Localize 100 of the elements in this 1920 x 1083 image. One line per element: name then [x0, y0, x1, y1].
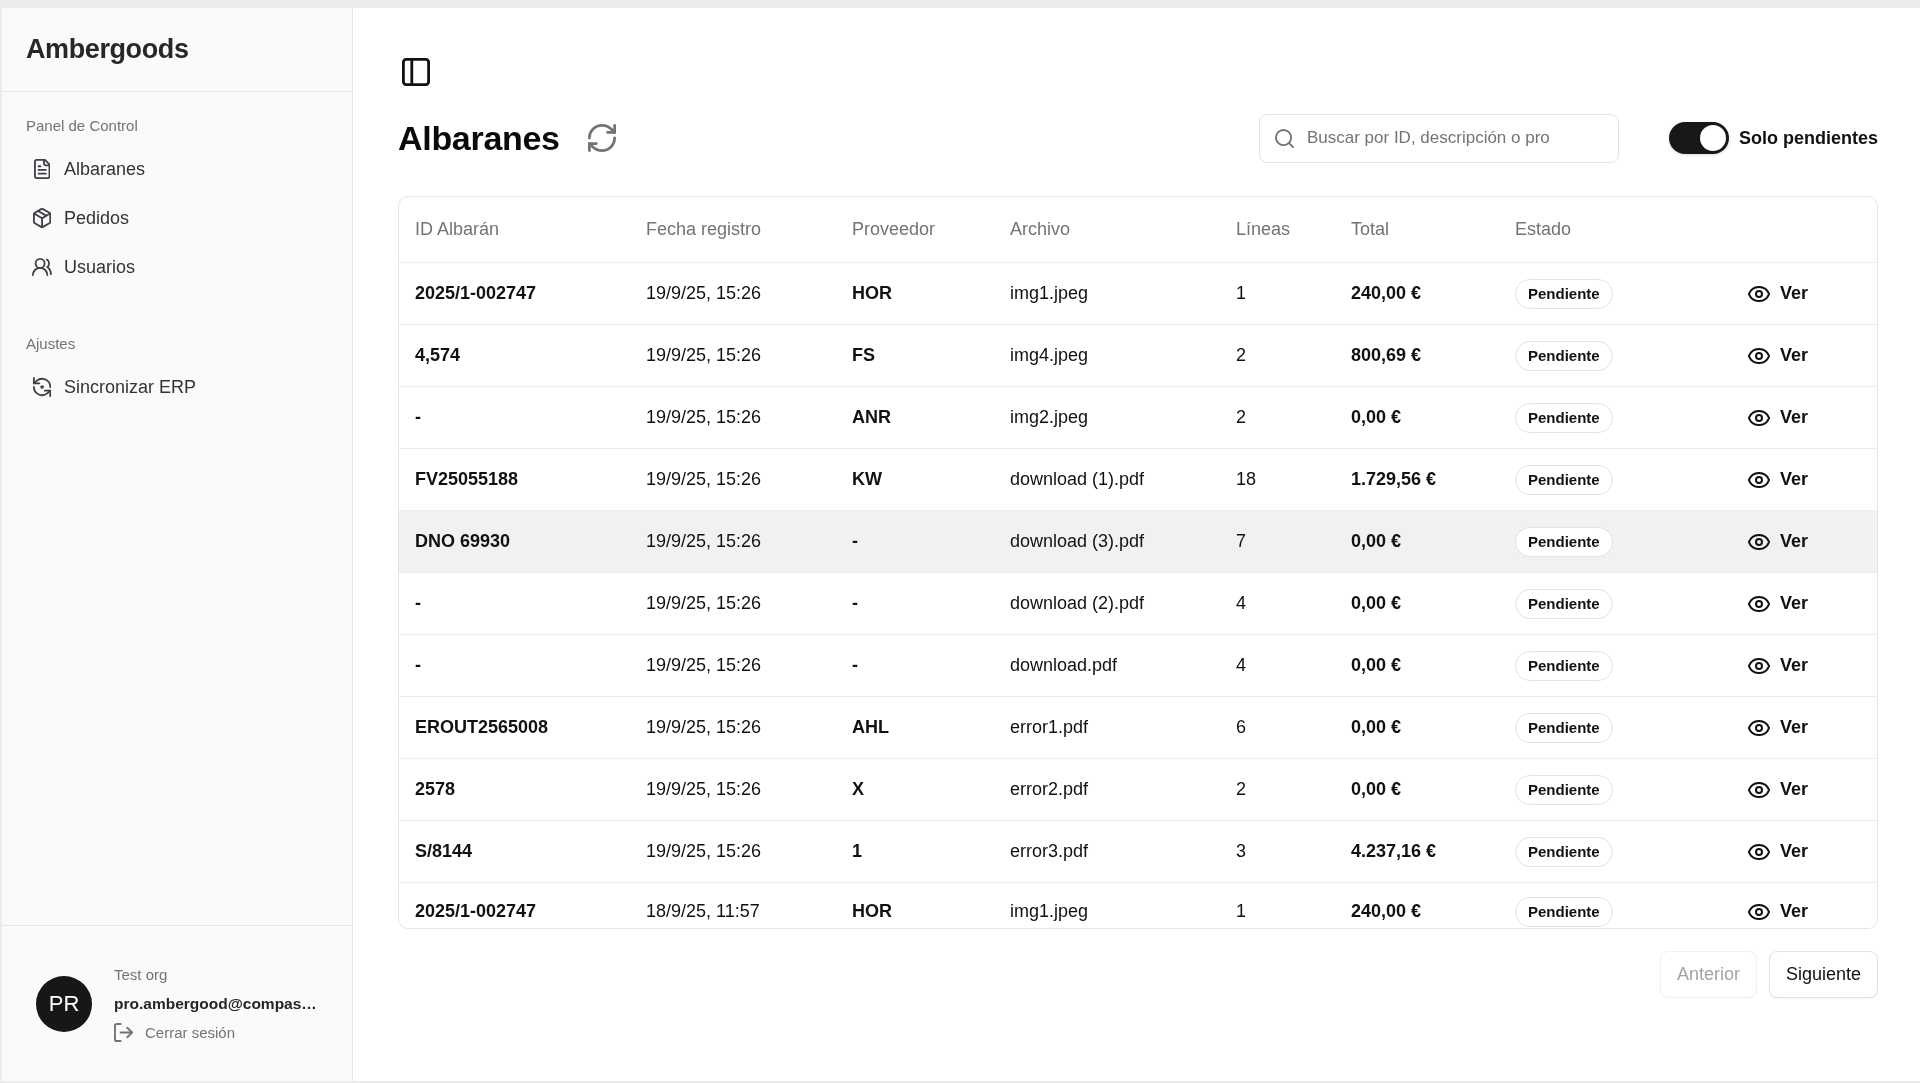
- avatar: PR: [36, 975, 92, 1032]
- logout-button[interactable]: Cerrar sesión: [114, 1022, 236, 1043]
- nav-item[interactable]: Usuarios: [18, 245, 150, 289]
- view-button[interactable]: Ver: [1748, 407, 1809, 428]
- status-badge: Pendiente: [1515, 588, 1613, 619]
- table-cell: img2.jpeg: [1010, 407, 1089, 428]
- table-cell: error1.pdf: [1010, 717, 1089, 738]
- eye-icon: [1748, 285, 1770, 302]
- status-badge: Pendiente: [1515, 526, 1613, 557]
- table-cell: X: [852, 779, 864, 800]
- view-button[interactable]: Ver: [1748, 283, 1809, 304]
- table-cell: img4.jpeg: [1010, 345, 1089, 366]
- table-cell: 240,00 €: [1351, 283, 1422, 304]
- table-cell: 2025/1-002747: [415, 283, 537, 304]
- table-cell: error3.pdf: [1010, 841, 1089, 862]
- status-badge: Pendiente: [1515, 650, 1613, 681]
- nav-item[interactable]: Pedidos: [18, 196, 144, 240]
- table-cell: 2025/1-002747: [415, 901, 537, 922]
- table-cell: 19/9/25, 15:26: [646, 283, 762, 304]
- table-cell: 19/9/25, 15:26: [646, 779, 762, 800]
- organization-name: Test org: [114, 964, 168, 985]
- table-cell: S/8144: [415, 841, 473, 862]
- eye-icon: [1748, 471, 1770, 488]
- column-header: Proveedor: [852, 219, 936, 240]
- view-button[interactable]: Ver: [1748, 841, 1809, 862]
- refresh-button[interactable]: [587, 124, 616, 152]
- search-field[interactable]: Buscar por ID, descripción o pro: [1258, 113, 1619, 163]
- users-icon: [32, 258, 52, 276]
- toggle-switch[interactable]: [1668, 122, 1729, 154]
- view-button[interactable]: Ver: [1748, 901, 1809, 922]
- table-cell: 7: [1236, 531, 1246, 552]
- table-cell: error2.pdf: [1010, 779, 1089, 800]
- table-cell: -: [852, 655, 858, 676]
- table-cell: 240,00 €: [1351, 901, 1422, 922]
- table-cell: 4.237,16 €: [1351, 841, 1437, 862]
- table-cell: 1: [1236, 901, 1246, 922]
- nav-item[interactable]: Sincronizar ERP: [18, 365, 211, 409]
- eye-icon: [1748, 657, 1770, 674]
- view-button[interactable]: Ver: [1748, 779, 1809, 800]
- table-cell: img1.jpeg: [1010, 283, 1089, 304]
- table-cell: 2: [1236, 345, 1246, 366]
- status-badge: Pendiente: [1515, 836, 1613, 867]
- table-cell: 3: [1236, 841, 1246, 862]
- column-header: Líneas: [1236, 219, 1291, 240]
- table-cell: 0,00 €: [1351, 531, 1402, 552]
- table-cell: download.pdf: [1010, 655, 1118, 676]
- status-badge: Pendiente: [1515, 896, 1613, 927]
- table-cell: 0,00 €: [1351, 779, 1402, 800]
- eye-icon: [1748, 781, 1770, 798]
- table-cell: 19/9/25, 15:26: [646, 655, 762, 676]
- eye-icon: [1748, 409, 1770, 426]
- table-cell: AHL: [852, 717, 889, 738]
- table-cell: HOR: [852, 901, 892, 922]
- column-header: Fecha registro: [646, 219, 762, 240]
- column-header: Estado: [1515, 219, 1572, 240]
- eye-icon: [1748, 533, 1770, 550]
- table-cell: img1.jpeg: [1010, 901, 1089, 922]
- panel-icon: [402, 58, 430, 86]
- table-cell: 0,00 €: [1351, 407, 1402, 428]
- column-header: Total: [1351, 219, 1390, 240]
- table-cell: 0,00 €: [1351, 717, 1402, 738]
- eye-icon: [1748, 843, 1770, 860]
- sidebar-toggle-button[interactable]: [402, 58, 430, 86]
- table-cell: FS: [852, 345, 875, 366]
- column-header: ID Albarán: [415, 219, 500, 240]
- view-button[interactable]: Ver: [1748, 593, 1809, 614]
- document-icon: [33, 159, 51, 179]
- nav-item[interactable]: Albaranes: [18, 147, 160, 191]
- view-button[interactable]: Ver: [1748, 345, 1809, 366]
- table-cell: 2578: [415, 779, 456, 800]
- table-cell: 18/9/25, 11:57: [646, 901, 760, 922]
- brand-name: Ambergoods: [26, 34, 189, 65]
- table-cell: ANR: [852, 407, 891, 428]
- view-button[interactable]: Ver: [1748, 469, 1809, 490]
- column-header: Archivo: [1010, 219, 1071, 240]
- toggle-label: Solo pendientes: [1738, 127, 1878, 149]
- table-cell: KW: [852, 469, 882, 490]
- table-cell: 1: [1236, 283, 1246, 304]
- table-cell: EROUT2565008: [415, 717, 549, 738]
- table-cell: -: [415, 655, 421, 676]
- view-button[interactable]: Ver: [1748, 655, 1809, 676]
- view-button[interactable]: Ver: [1748, 531, 1809, 552]
- table-cell: download (2).pdf: [1010, 593, 1145, 614]
- table-cell: 19/9/25, 15:26: [646, 469, 762, 490]
- box-icon: [32, 208, 52, 228]
- user-email: pro.ambergood@compas…: [114, 993, 317, 1014]
- section-heading: Panel de Control: [25, 116, 138, 136]
- table-cell: 18: [1236, 469, 1257, 490]
- table-cell: 19/9/25, 15:26: [646, 841, 762, 862]
- status-badge: Pendiente: [1515, 278, 1613, 309]
- refresh-icon: [587, 124, 616, 152]
- table-cell: -: [852, 531, 858, 552]
- table-cell: download (1).pdf: [1010, 469, 1145, 490]
- status-badge: Pendiente: [1515, 464, 1613, 495]
- eye-icon: [1748, 595, 1770, 612]
- eye-icon: [1748, 903, 1770, 920]
- table-cell: -: [415, 593, 421, 614]
- status-badge: Pendiente: [1515, 712, 1613, 743]
- view-button[interactable]: Ver: [1748, 717, 1809, 738]
- page-title: Albaranes: [398, 118, 560, 158]
